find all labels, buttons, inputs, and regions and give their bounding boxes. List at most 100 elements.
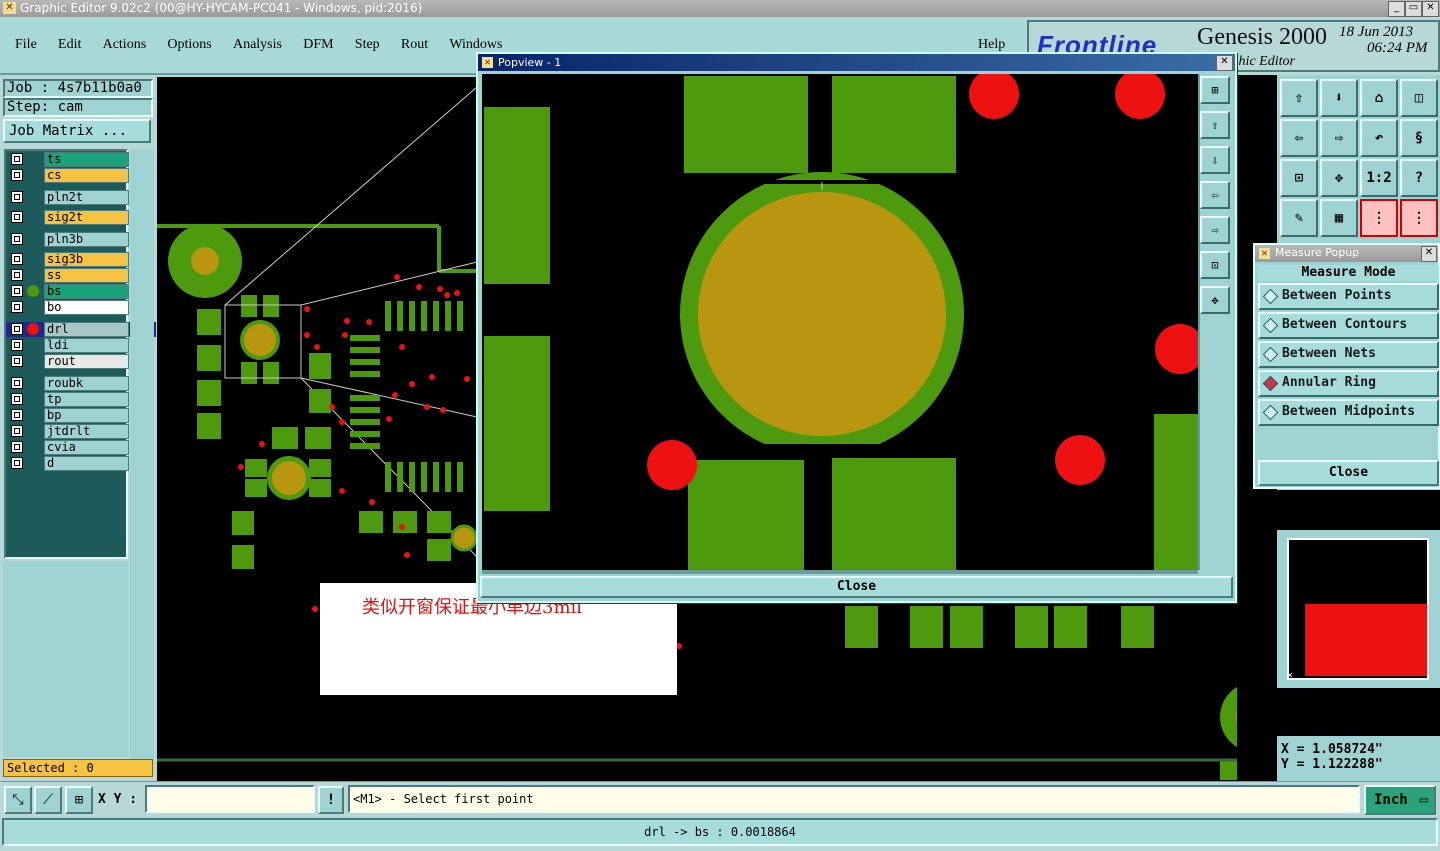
zoom-out-button[interactable]: ✥ <box>1200 286 1230 314</box>
layer-name[interactable]: tp <box>44 392 129 407</box>
layer-checkbox[interactable] <box>11 393 23 405</box>
layer-name[interactable]: d <box>44 456 129 471</box>
pan-right-button[interactable]: ⇨ <box>1200 216 1230 244</box>
close-window-button[interactable]: ✕ <box>1422 1 1439 17</box>
layer-name[interactable]: roubk <box>44 376 129 391</box>
grid-button[interactable]: ▦ <box>1320 199 1358 237</box>
popview-canvas[interactable] <box>482 74 1198 570</box>
zoom-left-button[interactable]: ⇦ <box>1280 119 1318 157</box>
layer-name[interactable]: cs <box>44 168 129 183</box>
page-down-button[interactable]: ⬇ <box>1320 79 1358 117</box>
layer-checkbox[interactable] <box>11 339 23 351</box>
pan-button[interactable]: ↶ <box>1360 119 1398 157</box>
layer-checkbox[interactable] <box>11 441 23 453</box>
layer-checkbox[interactable] <box>11 169 23 181</box>
zoom-in-button[interactable]: ⊡ <box>1200 251 1230 279</box>
measure-mode-between-midpoints[interactable]: Between Midpoints <box>1258 399 1439 426</box>
layer-checkbox[interactable] <box>11 409 23 421</box>
layer-checkbox[interactable] <box>11 457 23 469</box>
layer-preview: ✕ <box>1287 538 1429 681</box>
layer-name[interactable]: bs <box>44 284 129 299</box>
fit-icon: ⊡ <box>1294 170 1304 186</box>
pan-left-button[interactable]: ⇦ <box>1200 181 1230 209</box>
zoom-in-icon: ⊡ <box>1211 258 1219 272</box>
house-button[interactable]: ⌂ <box>1360 79 1398 117</box>
minimize-button[interactable]: _ <box>1388 1 1405 17</box>
menu-windows[interactable]: Windows <box>449 37 502 52</box>
layer-checkbox[interactable] <box>11 323 23 335</box>
units-selector[interactable]: Inch ▭ <box>1364 785 1436 815</box>
layers-red2-button[interactable]: ⋮ <box>1400 199 1438 237</box>
layer-name[interactable]: pln3b <box>44 232 129 247</box>
menu-dfm[interactable]: DFM <box>303 37 333 52</box>
measure-close-button[interactable]: Close <box>1258 460 1439 486</box>
layer-name[interactable]: jtdrlt <box>44 424 129 439</box>
layer-name[interactable]: pln2t <box>44 190 129 205</box>
measure-close-icon[interactable]: ✕ <box>1421 246 1437 262</box>
redraw-button[interactable]: § <box>1400 119 1438 157</box>
layer-name[interactable]: drl <box>44 322 129 337</box>
layer-checkbox[interactable] <box>11 425 23 437</box>
help-button[interactable]: ? <box>1400 159 1438 197</box>
menu-file[interactable]: File <box>15 37 37 52</box>
job-matrix-button[interactable]: Job Matrix ... <box>3 119 151 143</box>
popview-close-button[interactable]: Close <box>480 576 1233 598</box>
alert-button[interactable]: ! <box>318 786 344 814</box>
measure-mode-between-nets[interactable]: Between Nets <box>1258 341 1439 368</box>
layer-checkbox[interactable] <box>11 285 23 297</box>
home-up-button[interactable]: ⇧ <box>1280 79 1318 117</box>
tools-button[interactable]: ✎ <box>1280 199 1318 237</box>
layer-checkbox[interactable] <box>11 211 23 223</box>
measure-tool-button[interactable]: ⟋ <box>34 786 62 814</box>
xy-input[interactable] <box>145 785 315 813</box>
measure-mode-between-points[interactable]: Between Points <box>1258 283 1439 310</box>
scale-1-2-button[interactable]: 1:2 <box>1360 159 1398 197</box>
layer-name[interactable]: ldi <box>44 338 129 353</box>
measure-mode-annular-ring[interactable]: Annular Ring <box>1258 370 1439 397</box>
center-button[interactable]: ✥ <box>1320 159 1358 197</box>
pan-up-button[interactable]: ⇧ <box>1200 111 1230 139</box>
preview-fill <box>1305 604 1427 676</box>
grid-tool-button[interactable]: ⊞ <box>65 786 93 814</box>
menu-rout[interactable]: Rout <box>401 37 428 52</box>
menu-analysis[interactable]: Analysis <box>233 37 282 52</box>
layer-checkbox[interactable] <box>11 153 23 165</box>
layer-checkbox[interactable] <box>11 301 23 313</box>
maximize-button[interactable]: ▭ <box>1405 1 1422 17</box>
layer-checkbox[interactable] <box>11 191 23 203</box>
layers-red-button[interactable]: ⋮ <box>1360 199 1398 237</box>
measure-mode-between-contours[interactable]: Between Contours <box>1258 312 1439 339</box>
layer-checkbox[interactable] <box>11 355 23 367</box>
layer-name[interactable]: bo <box>44 300 129 315</box>
split-view-icon: ◫ <box>1414 90 1424 106</box>
coordinate-readout: X = 1.058724" Y = 1.122288" <box>1277 736 1440 778</box>
layer-list-scrollbar[interactable] <box>130 149 154 769</box>
layer-checkbox[interactable] <box>11 253 23 265</box>
layer-name[interactable]: ss <box>44 268 129 283</box>
layer-name[interactable]: cvia <box>44 440 129 455</box>
menu-edit[interactable]: Edit <box>58 37 81 52</box>
layer-name[interactable]: sig2t <box>44 210 129 225</box>
selected-count: Selected : 0 <box>3 759 153 777</box>
zoom-right-button[interactable]: ⇨ <box>1320 119 1358 157</box>
split-view-button[interactable]: ◫ <box>1400 79 1438 117</box>
pan-down-button[interactable]: ⇩ <box>1200 146 1230 174</box>
layer-checkbox[interactable] <box>11 233 23 245</box>
layer-name[interactable]: rout <box>44 354 129 369</box>
zoom-window-button[interactable]: ⊞ <box>1200 76 1230 104</box>
menu-options[interactable]: Options <box>167 37 211 52</box>
popview-close-icon[interactable]: ✕ <box>1216 55 1233 71</box>
layer-checkbox[interactable] <box>11 377 23 389</box>
layer-checkbox[interactable] <box>11 269 23 281</box>
zoom-right-icon: ⇨ <box>1334 130 1344 146</box>
fit-button[interactable]: ⊡ <box>1280 159 1318 197</box>
layer-name[interactable]: bp <box>44 408 129 423</box>
snap-tool-button[interactable]: ⤡ <box>4 786 32 814</box>
menu-actions[interactable]: Actions <box>103 37 147 52</box>
grid-icon: ⊞ <box>74 792 84 808</box>
menu-step[interactable]: Step <box>355 37 380 52</box>
window-title: Graphic Editor 9.02c2 (00@HY-HYCAM-PC041… <box>20 1 423 15</box>
layer-name[interactable]: ts <box>44 152 129 167</box>
menu-help[interactable]: Help <box>978 37 1019 53</box>
layer-name[interactable]: sig3b <box>44 252 129 267</box>
